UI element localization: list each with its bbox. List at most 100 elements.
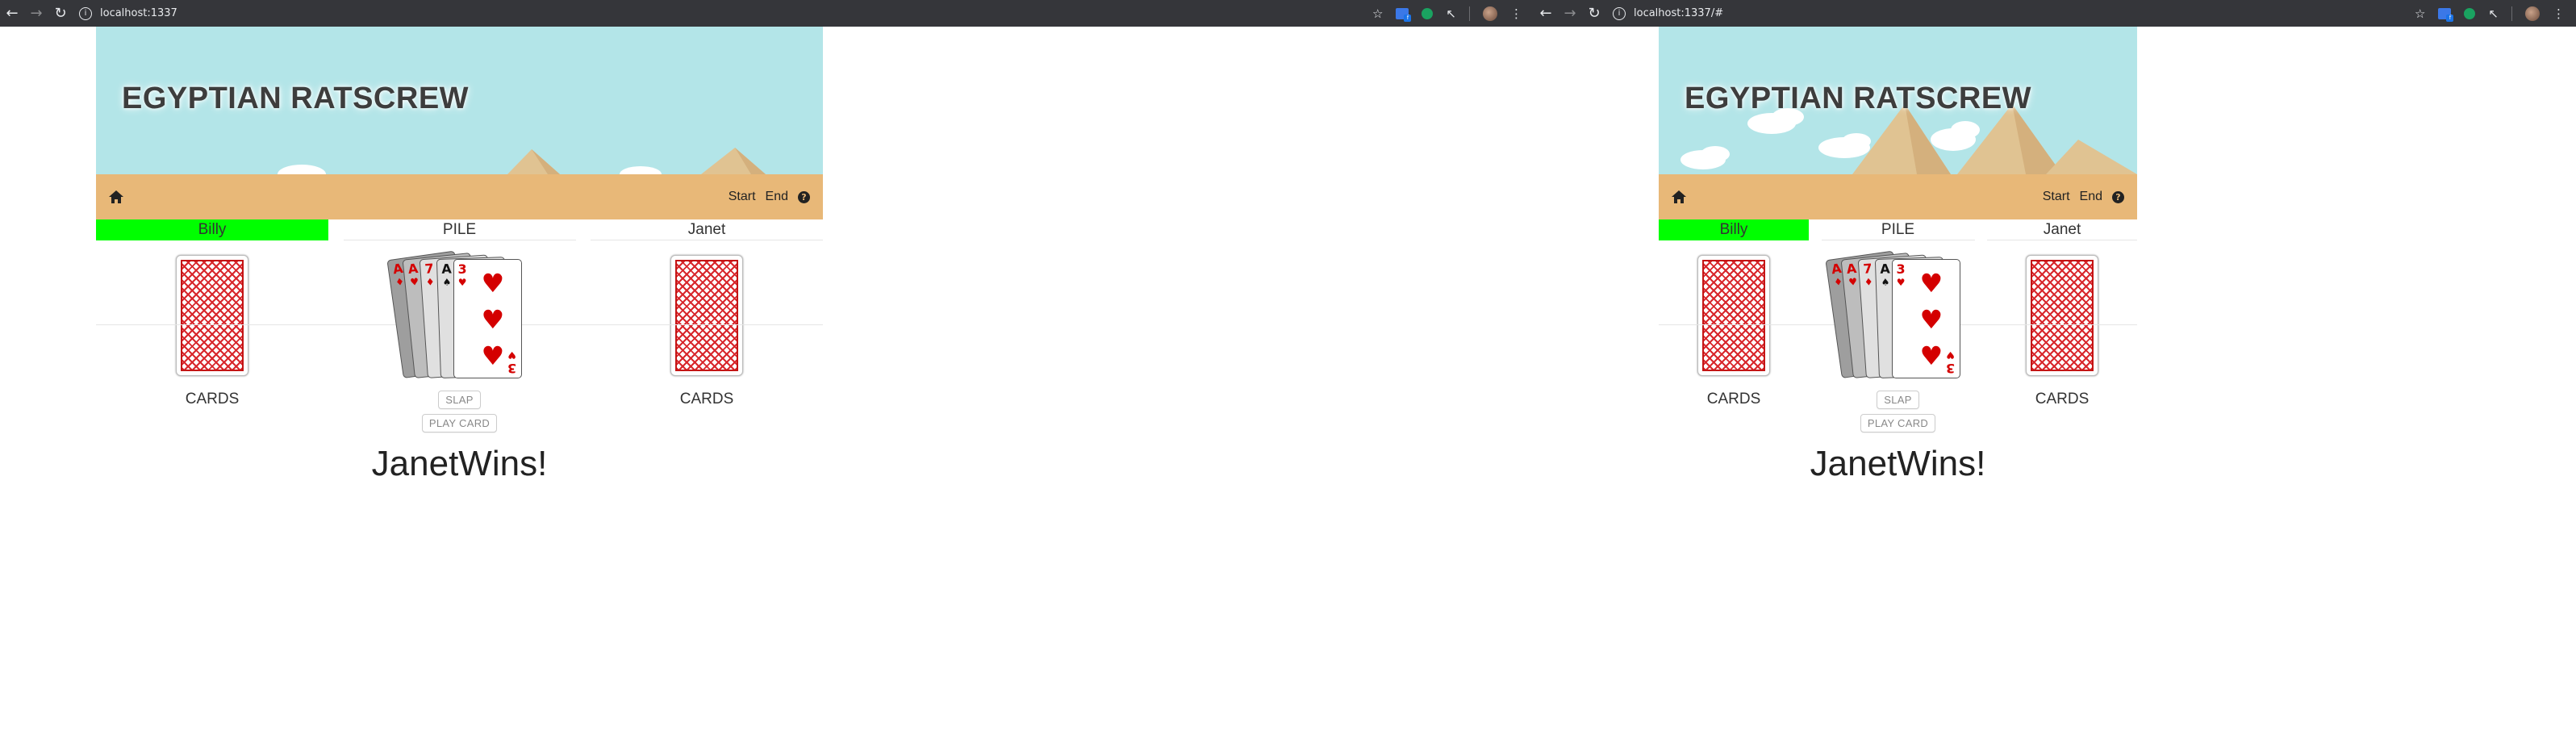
player-column-right: Janet CARDS — [591, 219, 823, 433]
game-board: Billy CARDS PILE A ♦ A ♥ 7 ♦ A ♠ 3 ♥ ♥ ♥ ♥ 3 ♥ SLAP PL… — [96, 219, 823, 433]
page-title: EGYPTIAN RATSCREW — [122, 81, 470, 115]
card-pip: ♥ — [481, 268, 505, 299]
url-text: localhost:1337 — [100, 7, 177, 19]
player-deck-left[interactable] — [176, 255, 248, 376]
winner-message: JanetWins! — [1810, 444, 1986, 483]
cards-label-right: CARDS — [679, 391, 734, 407]
star-icon[interactable]: ☆ — [2415, 6, 2425, 21]
cards-label-left: CARDS — [185, 391, 240, 407]
card-pile[interactable]: A ♦ A ♥ 7 ♦ A ♠ 3 ♥ ♥ ♥ ♥ 3 ♥ — [386, 250, 532, 386]
browser-window-left: ← → ↻ i localhost:1337 ☆ f ↖ ⋮ EGYPTIAN … — [0, 0, 1534, 748]
reload-icon[interactable]: ↻ — [1582, 2, 1606, 26]
player-name-left: Billy — [1659, 219, 1809, 240]
cursor-extension-icon[interactable]: ↖ — [2488, 6, 2499, 21]
extensions-area: ☆ f ↖ ⋮ — [1372, 6, 1534, 22]
card-rank: 3 — [1896, 261, 1906, 277]
card-rank: 3 — [457, 261, 467, 277]
reload-icon[interactable]: ↻ — [48, 2, 73, 26]
star-icon[interactable]: ☆ — [1372, 6, 1383, 21]
address-bar[interactable]: i localhost:1337 — [79, 3, 1372, 24]
nav-start-link[interactable]: Start — [2043, 190, 2070, 204]
cards-label-right: CARDS — [2035, 391, 2090, 407]
address-bar[interactable]: i localhost:1337/# — [1613, 3, 2415, 24]
toolbar-divider — [1469, 6, 1470, 21]
help-icon[interactable]: ? — [798, 190, 810, 203]
info-icon[interactable]: i — [1613, 6, 1626, 20]
profile-avatar[interactable] — [2525, 6, 2540, 21]
toolbar-divider — [2511, 6, 2512, 21]
player-name-right: Janet — [591, 219, 823, 240]
extensions-area: ☆ f ↖ ⋮ — [2415, 6, 2576, 22]
navbar: Start End ? — [1659, 174, 2137, 219]
extension-badge-icon[interactable]: f — [1396, 7, 1412, 22]
card-corner: A ♠ — [1879, 261, 1891, 288]
help-icon[interactable]: ? — [2112, 190, 2124, 203]
card-suit: ♥ — [1896, 277, 1906, 288]
slap-button[interactable]: SLAP — [1877, 391, 1919, 409]
extension-badge-icon[interactable]: f — [2438, 7, 2454, 22]
pile-header: PILE — [1821, 219, 1975, 240]
home-icon[interactable] — [1672, 190, 1686, 203]
card-suit: ♥ — [457, 277, 467, 288]
nav-start-link[interactable]: Start — [729, 190, 756, 204]
card-corner: 7 ♦ — [1862, 261, 1873, 289]
card-pile[interactable]: A ♦ A ♥ 7 ♦ A ♠ 3 ♥ ♥ ♥ ♥ 3 ♥ — [1824, 250, 1971, 386]
nav-end-link[interactable]: End — [2080, 190, 2102, 204]
extension-dot-icon[interactable] — [1422, 7, 1434, 19]
card-rank: A — [1845, 260, 1857, 278]
extension-dot-icon[interactable] — [2464, 7, 2476, 19]
nav-links: Start End ? — [729, 190, 810, 204]
card-rank: 7 — [1862, 261, 1873, 277]
player-deck-left[interactable] — [1697, 255, 1770, 376]
card-suit: ♠ — [441, 276, 452, 288]
card-rank: A — [440, 261, 452, 277]
player-deck-right[interactable] — [670, 255, 743, 376]
navbar: Start End ? — [96, 174, 823, 219]
cards-label-left: CARDS — [1706, 391, 1761, 407]
card-corner: 7 ♦ — [424, 261, 435, 289]
nav-end-link[interactable]: End — [766, 190, 788, 204]
play-card-button[interactable]: PLAY CARD — [421, 414, 498, 433]
back-arrow-icon[interactable]: ← — [1534, 2, 1558, 26]
cursor-extension-icon[interactable]: ↖ — [1446, 6, 1456, 21]
home-icon[interactable] — [109, 190, 123, 203]
app-container: EGYPTIAN RATSCREW Start End ? Billy CARD… — [1659, 27, 2137, 484]
pile-card: 3 ♥ ♥ ♥ ♥ 3 ♥ — [453, 259, 522, 378]
play-card-button[interactable]: PLAY CARD — [1860, 414, 1936, 433]
app-container: EGYPTIAN RATSCREW Start End ? Billy CARD… — [96, 27, 823, 484]
card-corner-bottom: 3 ♥ — [507, 349, 517, 376]
url-text: localhost:1337/# — [1634, 7, 1724, 19]
card-corner: 3 ♥ — [458, 263, 467, 289]
forward-arrow-icon[interactable]: → — [24, 2, 48, 26]
kebab-menu-icon[interactable]: ⋮ — [2553, 6, 2565, 21]
player-deck-right[interactable] — [2026, 255, 2098, 376]
profile-avatar[interactable] — [1483, 6, 1497, 21]
pile-column: PILE A ♦ A ♥ 7 ♦ A ♠ 3 ♥ ♥ ♥ ♥ 3 ♥ SLAP PLAY CARD — [343, 219, 576, 433]
page-title: EGYPTIAN RATSCREW — [1685, 81, 2032, 115]
card-corner: 3 ♥ — [1897, 263, 1906, 289]
browser-toolbar: ← → ↻ i localhost:1337 ☆ f ↖ ⋮ — [0, 0, 1534, 27]
browser-toolbar: ← → ↻ i localhost:1337/# ☆ f ↖ ⋮ — [1534, 0, 2576, 27]
forward-arrow-icon[interactable]: → — [1558, 2, 1582, 26]
pile-card: 3 ♥ ♥ ♥ ♥ 3 ♥ — [1891, 259, 1960, 378]
info-icon[interactable]: i — [79, 6, 92, 20]
nav-links: Start End ? — [2043, 190, 2124, 204]
card-pip: ♥ — [1919, 304, 1943, 335]
player-name-left: Billy — [96, 219, 328, 240]
card-suit: ♥ — [409, 275, 420, 288]
card-corner-bottom: 3 ♥ — [1946, 349, 1956, 376]
screen: ← → ↻ i localhost:1337 ☆ f ↖ ⋮ EGYPTIAN … — [0, 0, 2576, 748]
pile-column: PILE A ♦ A ♥ 7 ♦ A ♠ 3 ♥ ♥ ♥ ♥ 3 ♥ SLAP PLAY CARD — [1821, 219, 1975, 433]
card-suit: ♥ — [1847, 275, 1858, 288]
card-pip: ♥ — [1919, 341, 1943, 371]
winner-message: JanetWins! — [371, 444, 548, 483]
card-pip: ♥ — [481, 304, 505, 335]
pile-header: PILE — [343, 219, 576, 240]
card-rank: A — [407, 260, 419, 278]
browser-window-right: ← → ↻ i localhost:1337/# ☆ f ↖ ⋮ EGYPTIA… — [1534, 0, 2576, 748]
kebab-menu-icon[interactable]: ⋮ — [1510, 6, 1522, 21]
slap-button[interactable]: SLAP — [438, 391, 481, 409]
card-corner: A ♥ — [1845, 260, 1859, 289]
card-rank: 7 — [424, 261, 434, 277]
back-arrow-icon[interactable]: ← — [0, 2, 24, 26]
